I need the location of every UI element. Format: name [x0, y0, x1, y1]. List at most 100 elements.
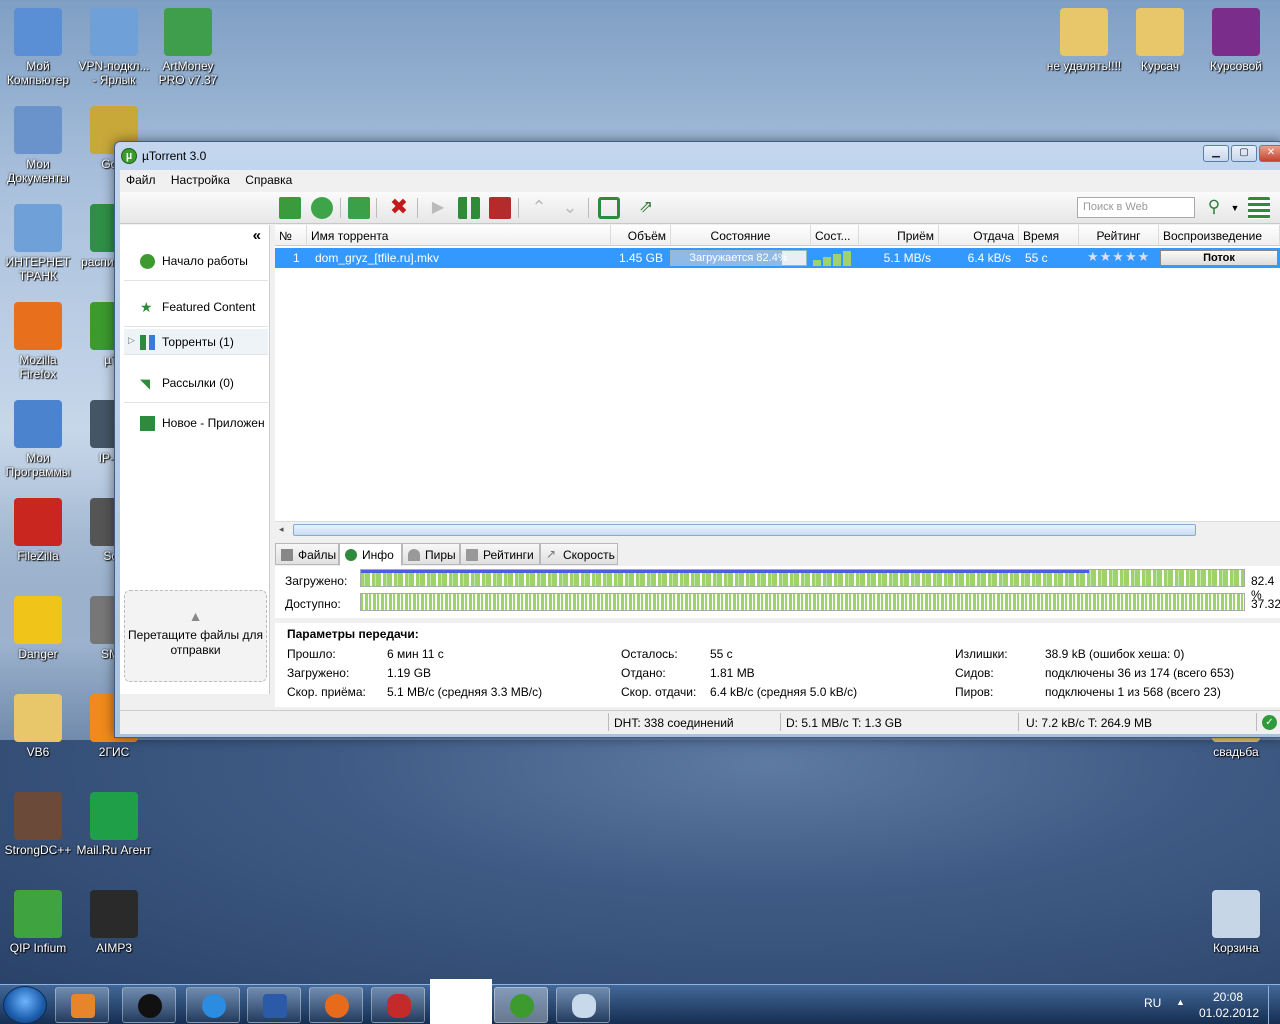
tray-expand-icon[interactable]: ▲ — [1176, 997, 1185, 1007]
desktop-icon-label: свадьба — [1213, 745, 1259, 759]
stop-icon[interactable] — [489, 197, 511, 219]
column-header-name[interactable]: Имя торрента — [307, 225, 611, 246]
column-header-status[interactable]: Состояние — [671, 225, 811, 246]
documents-icon — [14, 106, 62, 154]
info-icon — [345, 549, 357, 561]
tab-info[interactable]: Инфо — [339, 543, 402, 566]
add-torrent-icon[interactable] — [279, 197, 301, 219]
desktop-icon[interactable]: не удалять!!!! — [1046, 8, 1122, 73]
desktop-icon[interactable]: Мои Документы — [0, 106, 76, 185]
desktop-icon[interactable]: Курсовой — [1198, 8, 1274, 73]
create-torrent-icon[interactable] — [348, 197, 370, 219]
money-icon — [164, 8, 212, 56]
pause-icon[interactable] — [458, 197, 480, 219]
collapse-sidebar-button[interactable]: « — [253, 227, 261, 244]
column-header-health[interactable]: Сост... — [811, 225, 859, 246]
maximize-button[interactable]: ▢ — [1231, 145, 1257, 162]
tab-files[interactable]: Файлы — [275, 543, 339, 565]
taskbar-word[interactable] — [247, 987, 301, 1023]
network-ok-icon[interactable]: ✓ — [1262, 715, 1277, 730]
move-down-icon[interactable]: ⌄ — [559, 197, 581, 219]
column-header-playback[interactable]: Воспроизведение — [1159, 225, 1280, 246]
tab-speed[interactable]: ↗ Скорость — [540, 543, 618, 565]
desktop-icon-label: Курсовой — [1210, 59, 1262, 73]
taskbar-firefox[interactable] — [309, 987, 363, 1023]
desktop-icon[interactable]: Danger — [0, 596, 76, 661]
taskbar-qip[interactable] — [371, 987, 425, 1023]
column-header-rating[interactable]: Рейтинг — [1079, 225, 1159, 246]
param-value: 1.19 GB — [387, 666, 432, 680]
arrow-up-icon: ▲ — [188, 608, 203, 624]
search-input[interactable]: Поиск в Web — [1077, 197, 1195, 218]
list-horizontal-scrollbar[interactable]: ◂ — [275, 521, 1280, 537]
available-label: Доступно: — [285, 597, 341, 611]
tab-ratings[interactable]: Рейтинги — [460, 543, 540, 565]
taskbar-ie[interactable] — [186, 987, 240, 1023]
title-bar[interactable]: µ µTorrent 3.0 ▁ ▢ ✕ — [115, 142, 1280, 170]
desktop-icon[interactable]: FileZilla — [0, 498, 76, 563]
desktop-icon[interactable]: VB6 — [0, 694, 76, 759]
search-dropdown-icon[interactable]: ▼ — [1224, 197, 1246, 219]
expand-icon[interactable]: ▷ — [128, 335, 135, 346]
move-up-icon[interactable]: ⌃ — [528, 197, 550, 219]
desktop-icon[interactable]: Мои Программы — [0, 400, 76, 479]
sidebar-item-torrents[interactable]: ▷ Торренты (1) — [124, 329, 268, 355]
close-button[interactable]: ✕ — [1259, 145, 1280, 162]
share-icon[interactable]: ⇗ — [635, 197, 657, 219]
column-header-eta[interactable]: Время — [1019, 225, 1079, 246]
sidebar-item-featured[interactable]: ★ Featured Content — [124, 289, 268, 327]
param-label: Скор. приёма: — [287, 685, 366, 699]
start-icon[interactable]: ▶ — [427, 197, 449, 219]
torrent-progress-bar: Загружается 82.4% — [670, 250, 807, 266]
tab-peers[interactable]: Пиры — [402, 543, 460, 565]
desktop-icon[interactable]: Mozilla Firefox — [0, 302, 76, 381]
rating-stars-icon[interactable]: ★★★★★ — [1083, 248, 1154, 268]
taskbar-hp[interactable] — [122, 987, 176, 1023]
upload-dropzone[interactable]: ▲ Перетащите файлы для отправки — [124, 590, 267, 682]
sidebar-item-feeds[interactable]: ◥ Рассылки (0) — [124, 365, 268, 403]
desktop-icon[interactable]: Mail.Ru Агент — [76, 792, 152, 857]
desktop-icon[interactable]: QIP Infium — [0, 890, 76, 955]
taskbar-utorrent[interactable] — [494, 987, 548, 1023]
minimize-button[interactable]: ▁ — [1203, 145, 1229, 162]
detail-tabs: Файлы Инфо Пиры Рейтинги ↗ Скорость — [275, 543, 1280, 566]
column-header-number[interactable]: № — [275, 225, 307, 246]
search-icon[interactable]: ⚲ — [1203, 197, 1225, 219]
add-url-icon[interactable] — [311, 197, 333, 219]
menu-file[interactable]: Файл — [120, 170, 162, 190]
network-icon — [90, 8, 138, 56]
torrent-row[interactable]: 1 dom_gryz_[tfile.ru].mkv 1.45 GB Загруж… — [275, 248, 1280, 268]
blank-taskbar-item[interactable] — [430, 979, 492, 1024]
sidebar-item-apps[interactable]: Новое - Приложен — [124, 405, 268, 443]
desktop-icon[interactable]: Мой Компьютер — [0, 8, 76, 87]
scroll-left-icon[interactable]: ◂ — [279, 524, 284, 535]
sidebar-item-getting-started[interactable]: Начало работы — [124, 243, 268, 281]
list-view-icon[interactable] — [1248, 197, 1270, 219]
desktop-icon[interactable]: AIMP3 — [76, 890, 152, 955]
desktop-icon-label: Мои Документы — [7, 157, 69, 185]
stream-button[interactable]: Поток — [1160, 250, 1278, 266]
desktop-icon[interactable]: Корзина — [1198, 890, 1274, 955]
show-desktop-button[interactable] — [1268, 986, 1280, 1024]
language-indicator[interactable]: RU — [1144, 996, 1161, 1010]
remote-icon[interactable] — [598, 197, 620, 219]
menu-bar: Файл Настройка Справка — [120, 170, 1280, 192]
start-button[interactable] — [3, 986, 47, 1024]
column-header-upload[interactable]: Отдача — [939, 225, 1019, 246]
downloaded-fill — [361, 570, 1089, 573]
desktop-icon[interactable]: ArtMoney PRO v7.37 — [150, 8, 226, 87]
menu-help[interactable]: Справка — [239, 170, 298, 190]
scrollbar-thumb[interactable] — [293, 524, 1196, 536]
clock-time[interactable]: 20:08 — [1213, 990, 1243, 1004]
taskbar-paint[interactable] — [556, 987, 610, 1023]
column-header-download[interactable]: Приём — [859, 225, 939, 246]
desktop-icon[interactable]: StrongDC++ — [0, 792, 76, 857]
taskbar-media-player[interactable] — [55, 987, 109, 1023]
menu-settings[interactable]: Настройка — [165, 170, 236, 190]
desktop-icon[interactable]: VPN-подкл... - Ярлык — [76, 8, 152, 87]
desktop-icon[interactable]: ИНТЕРНЕТ ТРАНК — [0, 204, 76, 283]
desktop-icon[interactable]: Курсач — [1122, 8, 1198, 73]
clock-date[interactable]: 01.02.2012 — [1199, 1006, 1259, 1020]
column-header-size[interactable]: Объём — [611, 225, 671, 246]
remove-icon[interactable]: ✖ — [388, 196, 410, 219]
